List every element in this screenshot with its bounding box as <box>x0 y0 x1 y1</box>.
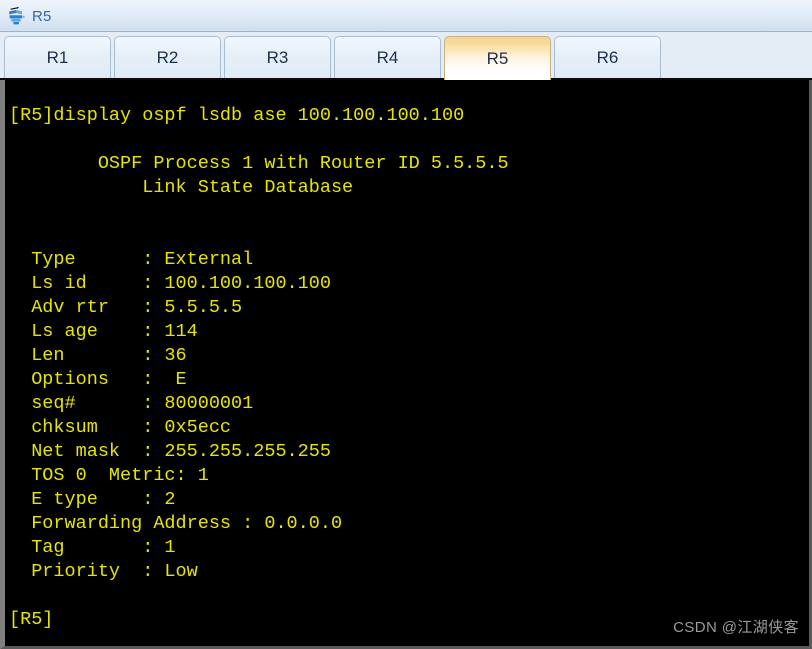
terminal-line: Link State Database <box>9 177 354 198</box>
tab-r6[interactable]: R6 <box>554 36 661 79</box>
title-bar: R5 <box>0 0 812 32</box>
tab-r1[interactable]: R1 <box>4 36 111 79</box>
terminal-line: Adv rtr : 5.5.5.5 <box>9 297 243 318</box>
terminal-line: seq# : 80000001 <box>9 393 254 414</box>
terminal-console[interactable]: [R5]display ospf lsdb ase 100.100.100.10… <box>0 80 812 649</box>
window-title: R5 <box>32 7 52 25</box>
terminal-line: Options : E <box>9 369 187 390</box>
terminal-line: Len : 36 <box>9 345 187 366</box>
watermark-label: CSDN @江湖侠客 <box>673 619 799 636</box>
tab-bar-filler <box>664 36 812 79</box>
terminal-line: Net mask : 255.255.255.255 <box>9 441 331 462</box>
terminal-output: [R5]display ospf lsdb ase 100.100.100.10… <box>5 80 809 646</box>
terminal-line: E type : 2 <box>9 489 176 510</box>
terminal-line: Priority : Low <box>9 561 198 582</box>
tab-r5[interactable]: R5 <box>444 36 551 80</box>
tab-r2[interactable]: R2 <box>114 36 221 79</box>
terminal-line: Tag : 1 <box>9 537 176 558</box>
terminal-line: OSPF Process 1 with Router ID 5.5.5.5 <box>9 153 509 174</box>
terminal-line: Ls age : 114 <box>9 321 198 342</box>
terminal-line: [R5]display ospf lsdb ase 100.100.100.10… <box>9 105 465 126</box>
terminal-line: Ls id : 100.100.100.100 <box>9 273 331 294</box>
router-console-window: R5 R1 R2 R3 R4 R5 R6 [R5]display ospf ls… <box>0 0 812 649</box>
tab-bar: R1 R2 R3 R4 R5 R6 <box>0 32 812 80</box>
tab-r4[interactable]: R4 <box>334 36 441 79</box>
router-device-icon <box>9 6 25 25</box>
terminal-line: Type : External <box>9 249 254 270</box>
tab-r3[interactable]: R3 <box>224 36 331 79</box>
terminal-line: TOS 0 Metric: 1 <box>9 465 209 486</box>
terminal-line: Forwarding Address : 0.0.0.0 <box>9 513 343 534</box>
terminal-line: chksum : 0x5ecc <box>9 417 232 438</box>
